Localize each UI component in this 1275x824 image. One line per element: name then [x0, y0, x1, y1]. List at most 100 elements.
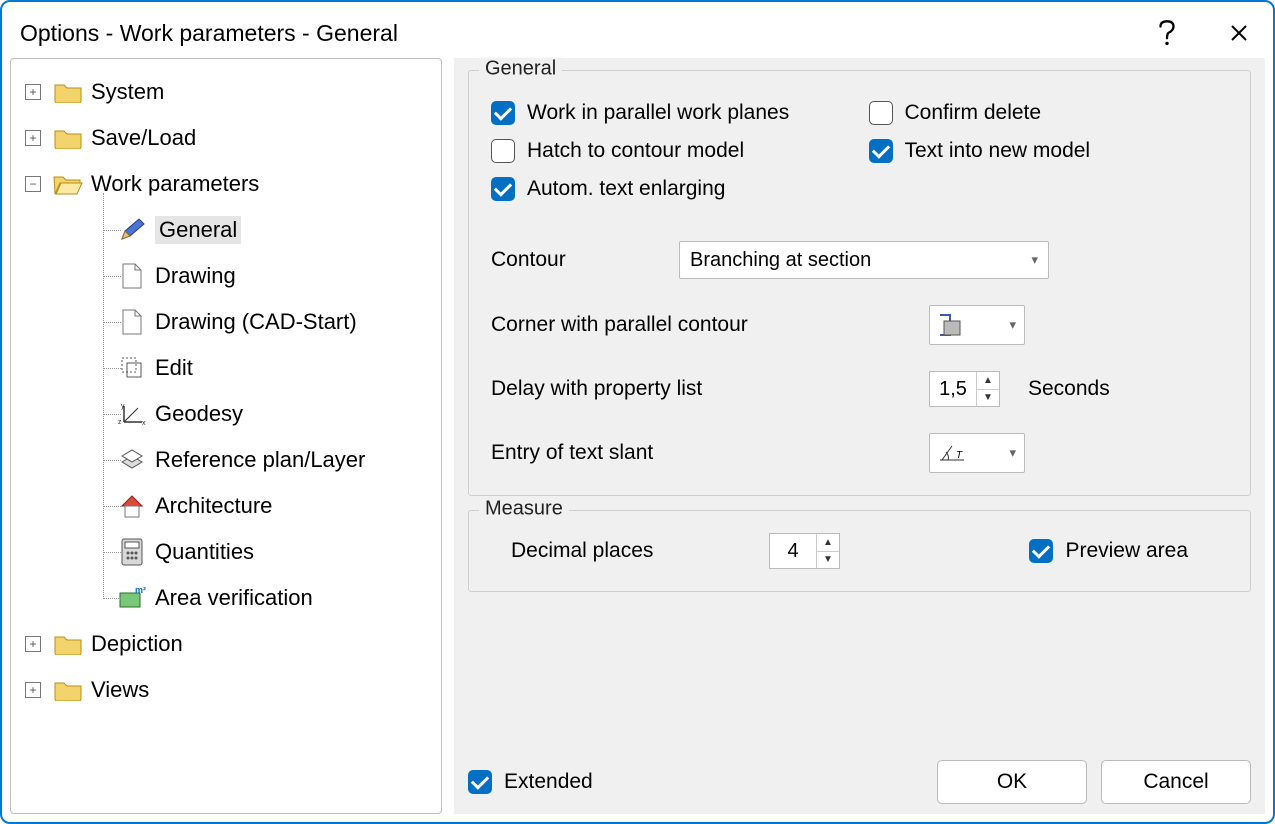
chevron-down-icon: ▾	[1009, 317, 1016, 333]
checkbox-extended[interactable]: Extended	[468, 770, 593, 794]
tree-item-quantities[interactable]: Quantities	[17, 529, 435, 575]
checkbox-text-new-model[interactable]: Text into new model	[869, 139, 1091, 163]
folder-icon	[53, 125, 83, 151]
content-pane: General Work in parallel work planes Con…	[454, 58, 1265, 814]
checkbox-icon	[869, 101, 893, 125]
slant-label: Entry of text slant	[491, 441, 911, 465]
tree-label: System	[91, 79, 164, 105]
corner-glyph-icon	[938, 313, 964, 337]
checkbox-auto-text-enlarge[interactable]: Autom. text enlarging	[491, 177, 725, 201]
pencil-icon	[117, 217, 147, 243]
house-icon	[117, 493, 147, 519]
spinner-down[interactable]: ▼	[977, 390, 999, 407]
tree-label: Drawing (CAD-Start)	[155, 309, 357, 335]
group-title: General	[479, 58, 562, 81]
expander-icon[interactable]: +	[25, 84, 41, 100]
expander-icon[interactable]: +	[25, 130, 41, 146]
close-icon	[1229, 23, 1249, 43]
checkbox-icon	[1029, 539, 1053, 563]
contour-label: Contour	[491, 248, 661, 272]
slant-glyph-icon: T	[938, 442, 968, 464]
tree-item-geodesy[interactable]: zxy Geodesy	[17, 391, 435, 437]
tree-label: General	[155, 216, 241, 244]
checkbox-icon	[491, 139, 515, 163]
window-title: Options - Work parameters - General	[20, 20, 1145, 47]
page-icon	[117, 309, 147, 335]
checkbox-label: Preview area	[1065, 539, 1188, 563]
folder-icon	[53, 631, 83, 657]
checkbox-hatch-contour[interactable]: Hatch to contour model	[491, 139, 744, 163]
tree-label: Area verification	[155, 585, 313, 611]
tree-item-drawing[interactable]: Drawing	[17, 253, 435, 299]
tree-item-edit[interactable]: Edit	[17, 345, 435, 391]
tree-label: Depiction	[91, 631, 183, 657]
contour-combo[interactable]: Branching at section ▾	[679, 241, 1049, 279]
tree-label: Work parameters	[91, 171, 259, 197]
tree-label: Quantities	[155, 539, 254, 565]
tree-label: Geodesy	[155, 401, 243, 427]
expander-icon[interactable]: −	[25, 176, 41, 192]
delay-spinner[interactable]: ▲ ▼	[929, 371, 1000, 407]
expander-icon[interactable]: +	[25, 682, 41, 698]
checkbox-preview-area[interactable]: Preview area	[1029, 539, 1188, 563]
button-label: OK	[997, 770, 1027, 794]
decimal-label: Decimal places	[491, 539, 751, 563]
help-icon	[1158, 20, 1176, 46]
spinner-down[interactable]: ▼	[817, 552, 839, 569]
svg-text:y: y	[121, 403, 125, 410]
checkbox-label: Extended	[504, 770, 593, 794]
slant-combo[interactable]: T ▾	[929, 433, 1025, 473]
checkbox-confirm-delete[interactable]: Confirm delete	[869, 101, 1042, 125]
expander-icon[interactable]: +	[25, 636, 41, 652]
spinner-up[interactable]: ▲	[817, 534, 839, 552]
tree-item-refplan[interactable]: Reference plan/Layer	[17, 437, 435, 483]
spinner-up[interactable]: ▲	[977, 372, 999, 390]
checkbox-label: Autom. text enlarging	[527, 177, 725, 201]
cancel-button[interactable]: Cancel	[1101, 760, 1251, 804]
dialog-footer: Extended OK Cancel	[468, 750, 1251, 804]
folder-icon	[53, 79, 83, 105]
tree-item-system[interactable]: + System	[17, 69, 435, 115]
delay-input[interactable]	[930, 372, 976, 406]
geodesy-icon: zxy	[117, 401, 147, 427]
corner-combo[interactable]: ▾	[929, 305, 1025, 345]
chevron-down-icon: ▾	[1031, 252, 1038, 268]
decimal-spinner[interactable]: ▲ ▼	[769, 533, 840, 569]
delay-unit: Seconds	[1028, 377, 1110, 401]
tree-item-saveload[interactable]: + Save/Load	[17, 115, 435, 161]
edit-icon	[117, 355, 147, 381]
checkbox-work-parallel[interactable]: Work in parallel work planes	[491, 101, 789, 125]
svg-text:T: T	[956, 450, 963, 461]
help-button[interactable]	[1145, 13, 1189, 53]
layers-icon	[117, 447, 147, 473]
tree-item-architecture[interactable]: Architecture	[17, 483, 435, 529]
tree-item-workparams[interactable]: − Work parameters	[17, 161, 435, 207]
measure-group: Measure Decimal places ▲ ▼ Preview area	[468, 510, 1251, 592]
chevron-down-icon: ▾	[1009, 445, 1016, 461]
checkbox-icon	[491, 177, 515, 201]
checkbox-icon	[869, 139, 893, 163]
checkbox-label: Work in parallel work planes	[527, 101, 789, 125]
folder-open-icon	[53, 171, 83, 197]
checkbox-label: Hatch to contour model	[527, 139, 744, 163]
corner-label: Corner with parallel contour	[491, 313, 911, 337]
button-label: Cancel	[1143, 770, 1208, 794]
tree-item-depiction[interactable]: + Depiction	[17, 621, 435, 667]
delay-label: Delay with property list	[491, 377, 911, 401]
combo-value: Branching at section	[690, 249, 871, 272]
options-dialog: Options - Work parameters - General +	[0, 0, 1275, 824]
ok-button[interactable]: OK	[937, 760, 1087, 804]
nav-tree: + System + Save/Load	[10, 58, 442, 814]
tree-label: Drawing	[155, 263, 236, 289]
checkbox-icon	[491, 101, 515, 125]
tree-item-views[interactable]: + Views	[17, 667, 435, 713]
decimal-input[interactable]	[770, 534, 816, 568]
close-button[interactable]	[1217, 13, 1261, 53]
tree-item-drawing-cad[interactable]: Drawing (CAD-Start)	[17, 299, 435, 345]
calculator-icon	[117, 539, 147, 565]
tree-label: Views	[91, 677, 149, 703]
tree-label: Save/Load	[91, 125, 196, 151]
tree-item-general[interactable]: General	[17, 207, 435, 253]
tree-label: Reference plan/Layer	[155, 447, 365, 473]
tree-item-areaverif[interactable]: m² Area verification	[17, 575, 435, 621]
